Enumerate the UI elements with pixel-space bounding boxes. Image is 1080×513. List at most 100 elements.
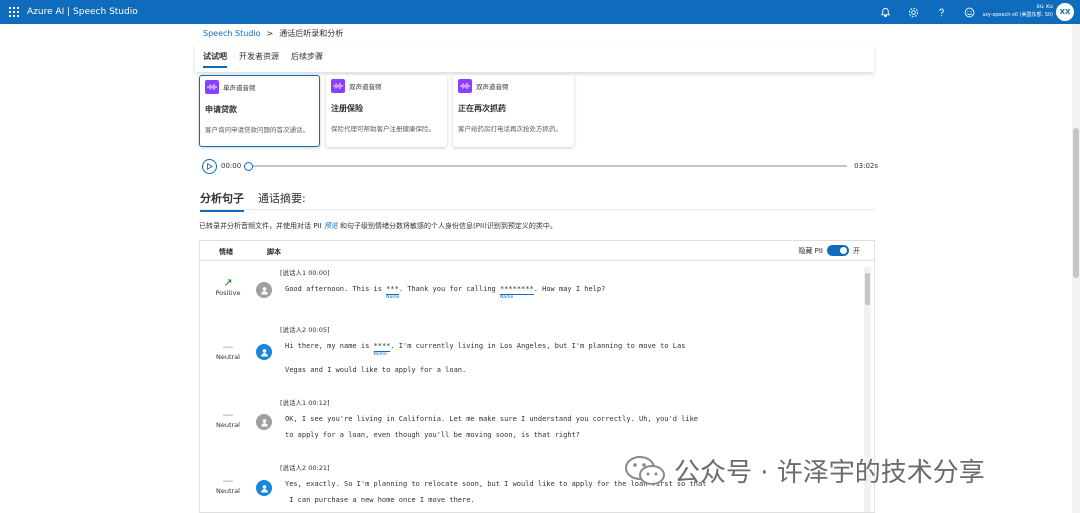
analysis-intro: 已转录并分析音频文件，并使用对话 PII 预览 和句子级别情绪分数将敏感的个人身… [199,221,557,231]
card-title: 申请贷款 [205,105,237,114]
sentiment-neutral-dash-icon: — [222,474,234,487]
utterance-meta: [说话人2 00:21] [280,464,330,472]
utterance-text: . Thank you for calling [398,285,500,293]
utterance-text: Hi there, my name is [285,342,374,350]
hide-pii-label: 隐藏 PII [798,246,823,255]
pii-mask-text: ******** [499,285,534,293]
intro-text-1: 已转录并分析音频文件，并使用对话 PII [199,222,322,230]
pii-tag: Name [386,295,400,300]
tab-try-it[interactable]: 试试吧 [203,44,227,72]
app-title[interactable]: Azure AI | Speech Studio [27,7,138,17]
sentiment-label: Neutral [216,353,240,361]
card-title: 注册保险 [331,104,363,113]
scenario-card-insurance[interactable]: 双声道音频 注册保险 保险代理可帮助客户注册健康保险。 [326,75,447,147]
utterance-line: Vegas and I would like to apply for a lo… [285,366,467,374]
top-bar: Azure AI | Speech Studio xu xu szy-speec… [0,0,1080,24]
speaker-avatar [256,344,272,360]
sentiment-neutral-dash-icon: — [222,340,234,353]
watermark: 公众号 · 许泽宇的技术分享 [624,452,985,489]
page-tabs: 试试吧 开发者资源 后续步骤 [195,44,874,72]
breadcrumb-root-link[interactable]: Speech Studio [203,29,261,38]
utterance-line: Hi there, my name is **** Name. I'm curre… [285,342,686,357]
speaker-avatar [256,414,272,430]
card-audio-type: 单声道音频 [223,84,256,92]
sentiment-cell: ↗ Positive [205,276,251,298]
utterance-meta: [说话人1 00:00] [280,269,330,277]
card-description: 客户询问申请贷款问题的首次通话。 [205,126,309,134]
utterance-text: . How may I help? [533,285,606,293]
analysis-tabs-divider [199,209,875,210]
speaker-avatar [256,282,272,298]
pii-mask: *** Name [386,285,399,300]
utterance-line: to apply for a loan, even though you'll … [285,431,581,439]
help-icon[interactable] [934,5,948,19]
user-name: xu xu [1036,3,1053,10]
utterance-line: Good afternoon. This is *** Name . Thank y… [285,285,606,300]
sentiment-cell: — Neutral [205,474,251,496]
audio-waveform-icon [458,79,472,93]
sentiment-label: Positive [215,289,241,297]
intro-text-2: 和句子级别情绪分数将敏感的个人身份信息(PII)识别到预定义的类中。 [340,222,557,230]
card-description: 保险代理可帮助客户注册健康保险。 [331,125,435,133]
utterance-meta: [说话人2 00:05] [280,326,330,334]
tab-analyze-sentences[interactable]: 分析句子 [200,190,244,212]
sentiment-label: Neutral [216,421,240,429]
settings-icon[interactable] [906,5,920,19]
utterance-text: . I'm currently living in Los Angeles, b… [390,342,686,350]
utterance-meta: [说话人1 00:12] [280,399,330,407]
column-sentiment: 情绪 [219,248,233,256]
pii-tag: Name [373,352,387,357]
user-info[interactable]: xu xu szy-speech-s0 (美国东部, S0) [983,3,1053,19]
utterance-line: OK, I see you're living in California. L… [285,415,699,423]
card-description: 客户给药房打电话再次抢处方抓药。 [458,125,562,133]
person-icon [260,418,268,427]
hide-pii-state: 开 [853,246,860,255]
card-title: 正在再次抓药 [458,104,506,113]
audio-waveform-icon [205,80,219,94]
sentiment-cell: — Neutral [205,340,251,362]
notifications-icon[interactable] [878,5,892,19]
feedback-smiley-icon[interactable] [962,5,976,19]
seek-slider-handle[interactable] [244,161,254,171]
sentiment-label: Neutral [216,487,240,495]
app-launcher-icon[interactable] [9,7,19,17]
preview-link[interactable]: 预览 [324,222,338,230]
avatar[interactable]: XX [1056,3,1074,21]
watermark-text: 公众号 · 许泽宇的技术分享 [674,458,985,488]
audio-player: 00:00 03:02s [202,158,878,174]
scenario-card-pharmacy[interactable]: 双声道音频 正在再次抓药 客户给药房打电话再次抢处方抓药。 [453,75,574,147]
play-icon [207,162,213,170]
hide-pii-toggle-group: 隐藏 PII 开 [798,245,860,256]
sentiment-up-arrow-icon: ↗ [223,276,233,289]
audio-waveform-icon [331,79,345,93]
tab-developer-resources[interactable]: 开发者资源 [239,44,279,72]
page-scrollbar[interactable] [1072,24,1080,513]
breadcrumb-current: 通话后听录和分析 [279,29,344,38]
duration: 03:02s [854,162,878,170]
pii-mask-text: *** [386,285,399,293]
analysis-tabs: 分析句子 通话摘要: [200,190,306,212]
tab-call-summary[interactable]: 通话摘要: [258,190,306,210]
person-icon [260,348,268,357]
tab-next-steps[interactable]: 后续步骤 [291,44,323,72]
user-resource: szy-speech-s0 (美国东部, S0) [982,12,1053,18]
person-icon [260,286,268,295]
utterance-line: I can purchase a new home once I move th… [285,496,475,504]
pii-mask: **** Name [373,342,391,357]
hide-pii-toggle[interactable] [827,245,849,256]
transcript-scrollbar-thumb[interactable] [865,273,870,305]
page-scrollbar-thumb[interactable] [1073,128,1079,278]
speaker-avatar [256,480,272,496]
breadcrumb-separator: > [266,29,274,38]
pii-mask-text: **** [373,342,391,350]
wechat-logo-icon [624,455,666,487]
breadcrumb: Speech Studio > 通话后听录和分析 [203,28,343,39]
seek-slider-track[interactable] [253,165,848,167]
pii-tag: Name [499,295,514,300]
pii-mask: ******** Name [499,285,534,300]
card-audio-type: 双声道音频 [476,83,509,91]
play-button[interactable] [202,158,217,174]
sentiment-neutral-dash-icon: — [222,408,234,421]
scenario-card-loan[interactable]: 单声道音频 申请贷款 客户询问申请贷款问题的首次通话。 [199,75,320,147]
sentiment-cell: — Neutral [205,408,251,430]
